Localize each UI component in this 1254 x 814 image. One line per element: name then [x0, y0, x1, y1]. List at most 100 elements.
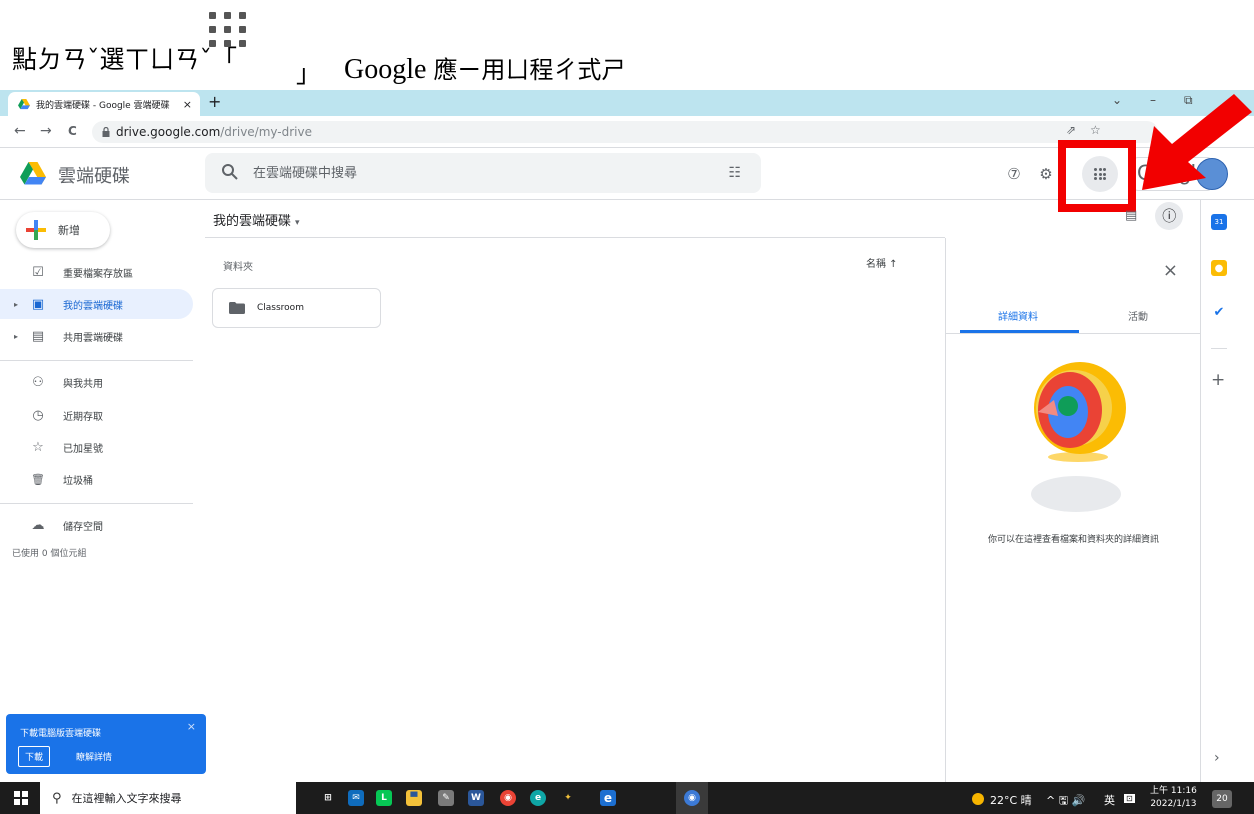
- product-name: 雲端硬碟: [58, 166, 130, 187]
- settings-icon[interactable]: ⚙: [1034, 162, 1058, 186]
- share-icon[interactable]: ⇗: [1066, 123, 1076, 137]
- edge-icon[interactable]: e: [530, 790, 546, 806]
- internet-explorer-icon[interactable]: e: [600, 790, 616, 806]
- plus-icon: [26, 220, 46, 240]
- sidebar-item-label: 與我共用: [63, 378, 103, 390]
- windows-start-icon[interactable]: [14, 791, 28, 805]
- apps-grid-icon: [207, 10, 255, 54]
- tab-divider: [946, 333, 1201, 334]
- page-title-text: 我的雲端硬碟: [213, 214, 292, 229]
- pin-app-icon[interactable]: ✦: [560, 790, 576, 806]
- people-icon: ⚇: [32, 374, 44, 390]
- sidebar-item-label: 儲存空間: [63, 521, 103, 533]
- new-button[interactable]: 新增: [16, 212, 110, 248]
- shared-drive-icon: ▤: [31, 328, 45, 344]
- info-icon[interactable]: ⓘ: [1155, 202, 1184, 230]
- sidebar-item-label: 已加星號: [63, 443, 103, 455]
- taskbar-search-input[interactable]: ⚲ 在這裡輸入文字來搜尋: [40, 782, 296, 814]
- details-empty-message: 你可以在這裡查看檔案和資料夾的詳細資訊: [987, 535, 1159, 545]
- folder-icon: [229, 302, 245, 314]
- toast-close-icon[interactable]: ×: [187, 720, 196, 733]
- keyboard-icon[interactable]: ⊡: [1124, 794, 1135, 803]
- forward-icon[interactable]: →: [40, 123, 52, 139]
- expand-icon[interactable]: ▸: [14, 300, 18, 309]
- cloud-icon: ☁: [31, 517, 45, 533]
- sort-name-button[interactable]: 名稱 ↑: [866, 255, 898, 270]
- list-view-icon[interactable]: ▤: [1125, 208, 1137, 230]
- instruction-caption: 點ㄉㄢˇ選ㄒㄩㄢˇ「 」 Google 應ㄧ用ㄩ程ㄔ式ㄕ: [0, 0, 1254, 90]
- sidebar-item-shared-with-me[interactable]: ⚇ 與我共用: [0, 367, 193, 397]
- tasks-icon[interactable]: ✔: [1211, 304, 1227, 320]
- sidebar-item-priority[interactable]: ☑ 重要檔案存放區: [0, 257, 193, 287]
- mail-icon[interactable]: ✉: [348, 790, 364, 806]
- paint-icon[interactable]: ✎: [438, 790, 454, 806]
- toast-learn-more-link[interactable]: 瞭解詳情: [76, 750, 112, 763]
- sidebar-divider: [0, 503, 193, 504]
- notification-badge[interactable]: 20: [1212, 790, 1232, 808]
- folder-name: Classroom: [257, 303, 304, 313]
- search-icon[interactable]: [221, 163, 239, 181]
- taskbar-clock[interactable]: 上午 11:16 2022/1/13: [1150, 785, 1197, 811]
- illustration-shadow: [1031, 476, 1121, 512]
- sidebar-item-storage[interactable]: ☁ 儲存空間: [0, 510, 193, 540]
- chevron-right-icon[interactable]: ›: [1214, 750, 1220, 766]
- toast-download-button[interactable]: 下載: [18, 746, 51, 767]
- file-explorer-icon[interactable]: ▀: [406, 790, 422, 806]
- help-icon[interactable]: ⑦: [1002, 162, 1026, 186]
- tab-close-icon[interactable]: ×: [183, 98, 192, 111]
- url-field[interactable]: drive.google.com/drive/my-drive: [92, 121, 1158, 143]
- chrome-icon[interactable]: ◉: [500, 790, 516, 806]
- search-bar: ☷: [205, 153, 761, 193]
- sidebar-item-label: 我的雲端硬碟: [63, 300, 123, 312]
- search-input[interactable]: [253, 153, 713, 193]
- sidebar: 新增 ☑ 重要檔案存放區 ▸ ▣ 我的雲端硬碟 ▸ ▤ 共用雲端硬碟 ⚇ 與我共…: [0, 200, 206, 782]
- clock-time: 上午 11:16: [1150, 786, 1197, 796]
- download-toast: 下載電腦版雲端硬碟 × 下載 瞭解詳情: [6, 714, 206, 774]
- drive-logo-icon[interactable]: [20, 162, 46, 186]
- task-view-icon[interactable]: ⊞: [320, 790, 336, 806]
- storage-used: 已使用 0 個位元組: [12, 549, 87, 559]
- details-body: × 詳細資料 活動 你可以在這裡查看檔案和資料夾的詳細資訊: [945, 238, 1201, 782]
- tab-search-icon[interactable]: ⌄: [1112, 93, 1122, 107]
- new-tab-button[interactable]: +: [208, 92, 221, 111]
- lock-icon: [102, 127, 110, 137]
- caption-app-suffix: 應ㄧ用ㄩ程ㄔ式ㄕ: [433, 56, 626, 84]
- browser-tab[interactable]: 我的雲端硬碟 - Google 雲端硬碟 ×: [8, 92, 200, 116]
- rail-divider: [1211, 348, 1227, 349]
- tab-activity[interactable]: 活動: [1128, 308, 1148, 323]
- page-title[interactable]: 我的雲端硬碟 ▾: [213, 210, 300, 229]
- chrome-profile-icon[interactable]: ◉: [684, 790, 700, 806]
- calendar-icon[interactable]: 31: [1211, 214, 1227, 230]
- line-icon[interactable]: L: [376, 790, 392, 806]
- sidebar-item-shared-drives[interactable]: ▸ ▤ 共用雲端硬碟: [0, 321, 193, 351]
- bookmark-star-icon[interactable]: ☆: [1090, 123, 1101, 137]
- tray-icons[interactable]: ^ 🖫 🔊: [1046, 792, 1085, 811]
- tab-details[interactable]: 詳細資料: [998, 308, 1038, 323]
- clock-icon: ◷: [32, 407, 44, 423]
- sidebar-item-label: 重要檔案存放區: [63, 268, 133, 280]
- tab-title: 我的雲端硬碟 - Google 雲端硬碟: [36, 100, 170, 111]
- sidebar-divider: [0, 360, 193, 361]
- back-icon[interactable]: ←: [14, 123, 26, 139]
- checkbox-icon: ☑: [32, 264, 44, 280]
- side-panel-rail: 31 ● ✔ + ›: [1200, 200, 1254, 782]
- sidebar-item-trash[interactable]: 🗑 垃圾桶: [0, 464, 193, 494]
- folder-card[interactable]: Classroom: [212, 288, 381, 328]
- sidebar-item-label: 垃圾桶: [63, 475, 93, 487]
- ime-indicator[interactable]: 英: [1104, 792, 1115, 808]
- add-addon-icon[interactable]: +: [1211, 370, 1225, 390]
- caption-prefix: 點ㄉㄢˇ選ㄒㄩㄢˇ「: [12, 45, 238, 74]
- weather-icon: [972, 793, 984, 805]
- expand-icon[interactable]: ▸: [14, 332, 18, 341]
- close-icon[interactable]: ×: [1163, 260, 1178, 281]
- sidebar-item-starred[interactable]: ☆ 已加星號: [0, 432, 193, 462]
- sidebar-item-recent[interactable]: ◷ 近期存取: [0, 400, 193, 430]
- reload-icon[interactable]: C: [68, 124, 77, 138]
- word-icon[interactable]: W: [468, 790, 484, 806]
- caption-suffix: 」: [296, 59, 322, 88]
- search-options-icon[interactable]: ☷: [728, 165, 741, 181]
- caption-google: Google: [344, 54, 427, 85]
- sidebar-item-my-drive[interactable]: ▸ ▣ 我的雲端硬碟: [0, 289, 193, 319]
- keep-icon[interactable]: ●: [1211, 260, 1227, 276]
- weather-text[interactable]: 22°C 晴: [990, 792, 1032, 808]
